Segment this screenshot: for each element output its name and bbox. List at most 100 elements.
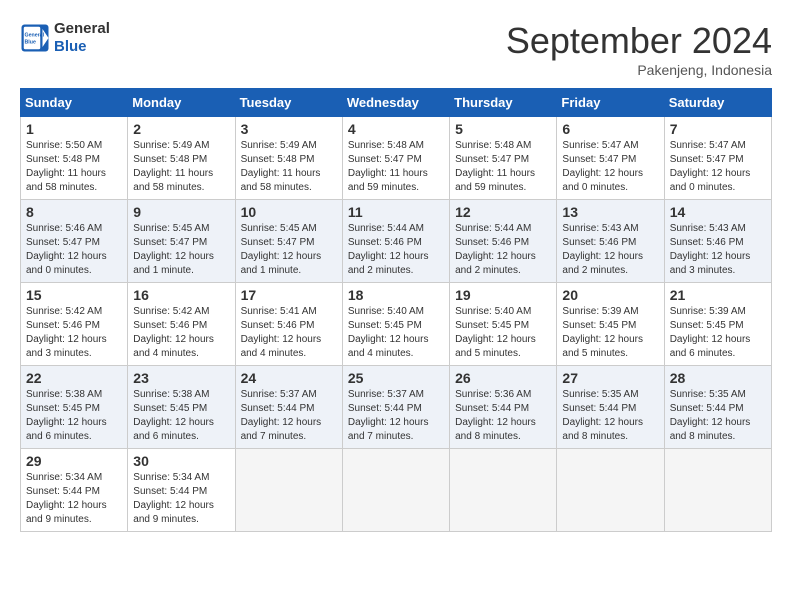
- day-number: 29: [26, 453, 122, 469]
- day-number: 13: [562, 204, 658, 220]
- col-saturday: Saturday: [664, 89, 771, 117]
- day-number: 26: [455, 370, 551, 386]
- day-number: 12: [455, 204, 551, 220]
- col-thursday: Thursday: [450, 89, 557, 117]
- col-tuesday: Tuesday: [235, 89, 342, 117]
- logo-icon: General Blue: [20, 23, 50, 53]
- table-row: 22 Sunrise: 5:38 AMSunset: 5:45 PMDaylig…: [21, 366, 128, 449]
- table-row: 3 Sunrise: 5:49 AMSunset: 5:48 PMDayligh…: [235, 117, 342, 200]
- day-info: Sunrise: 5:49 AMSunset: 5:48 PMDaylight:…: [241, 139, 337, 195]
- day-number: 8: [26, 204, 122, 220]
- calendar-week-row: 1 Sunrise: 5:50 AMSunset: 5:48 PMDayligh…: [21, 117, 772, 200]
- table-row: 17 Sunrise: 5:41 AMSunset: 5:46 PMDaylig…: [235, 283, 342, 366]
- day-number: 3: [241, 121, 337, 137]
- table-row: 8 Sunrise: 5:46 AMSunset: 5:47 PMDayligh…: [21, 200, 128, 283]
- day-number: 27: [562, 370, 658, 386]
- day-number: 25: [348, 370, 444, 386]
- table-row: [557, 449, 664, 532]
- day-info: Sunrise: 5:41 AMSunset: 5:46 PMDaylight:…: [241, 305, 337, 361]
- day-number: 4: [348, 121, 444, 137]
- table-row: 5 Sunrise: 5:48 AMSunset: 5:47 PMDayligh…: [450, 117, 557, 200]
- calendar-week-row: 8 Sunrise: 5:46 AMSunset: 5:47 PMDayligh…: [21, 200, 772, 283]
- col-wednesday: Wednesday: [342, 89, 449, 117]
- day-info: Sunrise: 5:48 AMSunset: 5:47 PMDaylight:…: [455, 139, 551, 195]
- table-row: 1 Sunrise: 5:50 AMSunset: 5:48 PMDayligh…: [21, 117, 128, 200]
- table-row: 27 Sunrise: 5:35 AMSunset: 5:44 PMDaylig…: [557, 366, 664, 449]
- day-info: Sunrise: 5:48 AMSunset: 5:47 PMDaylight:…: [348, 139, 444, 195]
- table-row: 12 Sunrise: 5:44 AMSunset: 5:46 PMDaylig…: [450, 200, 557, 283]
- table-row: 15 Sunrise: 5:42 AMSunset: 5:46 PMDaylig…: [21, 283, 128, 366]
- table-row: 7 Sunrise: 5:47 AMSunset: 5:47 PMDayligh…: [664, 117, 771, 200]
- day-number: 18: [348, 287, 444, 303]
- table-row: [664, 449, 771, 532]
- logo: General Blue General Blue: [20, 20, 110, 56]
- col-sunday: Sunday: [21, 89, 128, 117]
- title-area: September 2024 Pakenjeng, Indonesia: [506, 20, 772, 78]
- day-number: 21: [670, 287, 766, 303]
- day-info: Sunrise: 5:39 AMSunset: 5:45 PMDaylight:…: [670, 305, 766, 361]
- day-number: 16: [133, 287, 229, 303]
- table-row: 28 Sunrise: 5:35 AMSunset: 5:44 PMDaylig…: [664, 366, 771, 449]
- table-row: 2 Sunrise: 5:49 AMSunset: 5:48 PMDayligh…: [128, 117, 235, 200]
- day-info: Sunrise: 5:45 AMSunset: 5:47 PMDaylight:…: [241, 222, 337, 278]
- day-info: Sunrise: 5:45 AMSunset: 5:47 PMDaylight:…: [133, 222, 229, 278]
- table-row: 29 Sunrise: 5:34 AMSunset: 5:44 PMDaylig…: [21, 449, 128, 532]
- day-number: 9: [133, 204, 229, 220]
- day-info: Sunrise: 5:38 AMSunset: 5:45 PMDaylight:…: [133, 388, 229, 444]
- day-info: Sunrise: 5:44 AMSunset: 5:46 PMDaylight:…: [455, 222, 551, 278]
- day-info: Sunrise: 5:50 AMSunset: 5:48 PMDaylight:…: [26, 139, 122, 195]
- day-number: 28: [670, 370, 766, 386]
- table-row: 11 Sunrise: 5:44 AMSunset: 5:46 PMDaylig…: [342, 200, 449, 283]
- page-header: General Blue General Blue September 2024…: [20, 20, 772, 78]
- day-number: 20: [562, 287, 658, 303]
- day-info: Sunrise: 5:49 AMSunset: 5:48 PMDaylight:…: [133, 139, 229, 195]
- col-friday: Friday: [557, 89, 664, 117]
- day-number: 6: [562, 121, 658, 137]
- day-number: 5: [455, 121, 551, 137]
- day-info: Sunrise: 5:47 AMSunset: 5:47 PMDaylight:…: [670, 139, 766, 195]
- svg-text:General: General: [25, 33, 45, 39]
- day-info: Sunrise: 5:35 AMSunset: 5:44 PMDaylight:…: [562, 388, 658, 444]
- day-info: Sunrise: 5:42 AMSunset: 5:46 PMDaylight:…: [26, 305, 122, 361]
- day-info: Sunrise: 5:37 AMSunset: 5:44 PMDaylight:…: [241, 388, 337, 444]
- day-number: 14: [670, 204, 766, 220]
- day-info: Sunrise: 5:42 AMSunset: 5:46 PMDaylight:…: [133, 305, 229, 361]
- day-number: 1: [26, 121, 122, 137]
- table-row: 4 Sunrise: 5:48 AMSunset: 5:47 PMDayligh…: [342, 117, 449, 200]
- table-row: 13 Sunrise: 5:43 AMSunset: 5:46 PMDaylig…: [557, 200, 664, 283]
- header-row: Sunday Monday Tuesday Wednesday Thursday…: [21, 89, 772, 117]
- svg-text:Blue: Blue: [25, 39, 36, 45]
- table-row: 30 Sunrise: 5:34 AMSunset: 5:44 PMDaylig…: [128, 449, 235, 532]
- day-info: Sunrise: 5:44 AMSunset: 5:46 PMDaylight:…: [348, 222, 444, 278]
- day-number: 19: [455, 287, 551, 303]
- day-info: Sunrise: 5:46 AMSunset: 5:47 PMDaylight:…: [26, 222, 122, 278]
- day-number: 30: [133, 453, 229, 469]
- calendar-table: Sunday Monday Tuesday Wednesday Thursday…: [20, 88, 772, 532]
- day-info: Sunrise: 5:43 AMSunset: 5:46 PMDaylight:…: [670, 222, 766, 278]
- table-row: 18 Sunrise: 5:40 AMSunset: 5:45 PMDaylig…: [342, 283, 449, 366]
- day-info: Sunrise: 5:38 AMSunset: 5:45 PMDaylight:…: [26, 388, 122, 444]
- table-row: [342, 449, 449, 532]
- day-number: 7: [670, 121, 766, 137]
- day-number: 24: [241, 370, 337, 386]
- table-row: 24 Sunrise: 5:37 AMSunset: 5:44 PMDaylig…: [235, 366, 342, 449]
- table-row: 16 Sunrise: 5:42 AMSunset: 5:46 PMDaylig…: [128, 283, 235, 366]
- table-row: 25 Sunrise: 5:37 AMSunset: 5:44 PMDaylig…: [342, 366, 449, 449]
- table-row: 10 Sunrise: 5:45 AMSunset: 5:47 PMDaylig…: [235, 200, 342, 283]
- table-row: 19 Sunrise: 5:40 AMSunset: 5:45 PMDaylig…: [450, 283, 557, 366]
- month-title: September 2024: [506, 20, 772, 62]
- day-number: 22: [26, 370, 122, 386]
- location-subtitle: Pakenjeng, Indonesia: [506, 62, 772, 78]
- table-row: 14 Sunrise: 5:43 AMSunset: 5:46 PMDaylig…: [664, 200, 771, 283]
- day-info: Sunrise: 5:34 AMSunset: 5:44 PMDaylight:…: [26, 471, 122, 527]
- table-row: 23 Sunrise: 5:38 AMSunset: 5:45 PMDaylig…: [128, 366, 235, 449]
- table-row: 20 Sunrise: 5:39 AMSunset: 5:45 PMDaylig…: [557, 283, 664, 366]
- table-row: [450, 449, 557, 532]
- table-row: [235, 449, 342, 532]
- calendar-week-row: 29 Sunrise: 5:34 AMSunset: 5:44 PMDaylig…: [21, 449, 772, 532]
- day-number: 23: [133, 370, 229, 386]
- day-number: 11: [348, 204, 444, 220]
- table-row: 26 Sunrise: 5:36 AMSunset: 5:44 PMDaylig…: [450, 366, 557, 449]
- day-info: Sunrise: 5:40 AMSunset: 5:45 PMDaylight:…: [348, 305, 444, 361]
- day-number: 15: [26, 287, 122, 303]
